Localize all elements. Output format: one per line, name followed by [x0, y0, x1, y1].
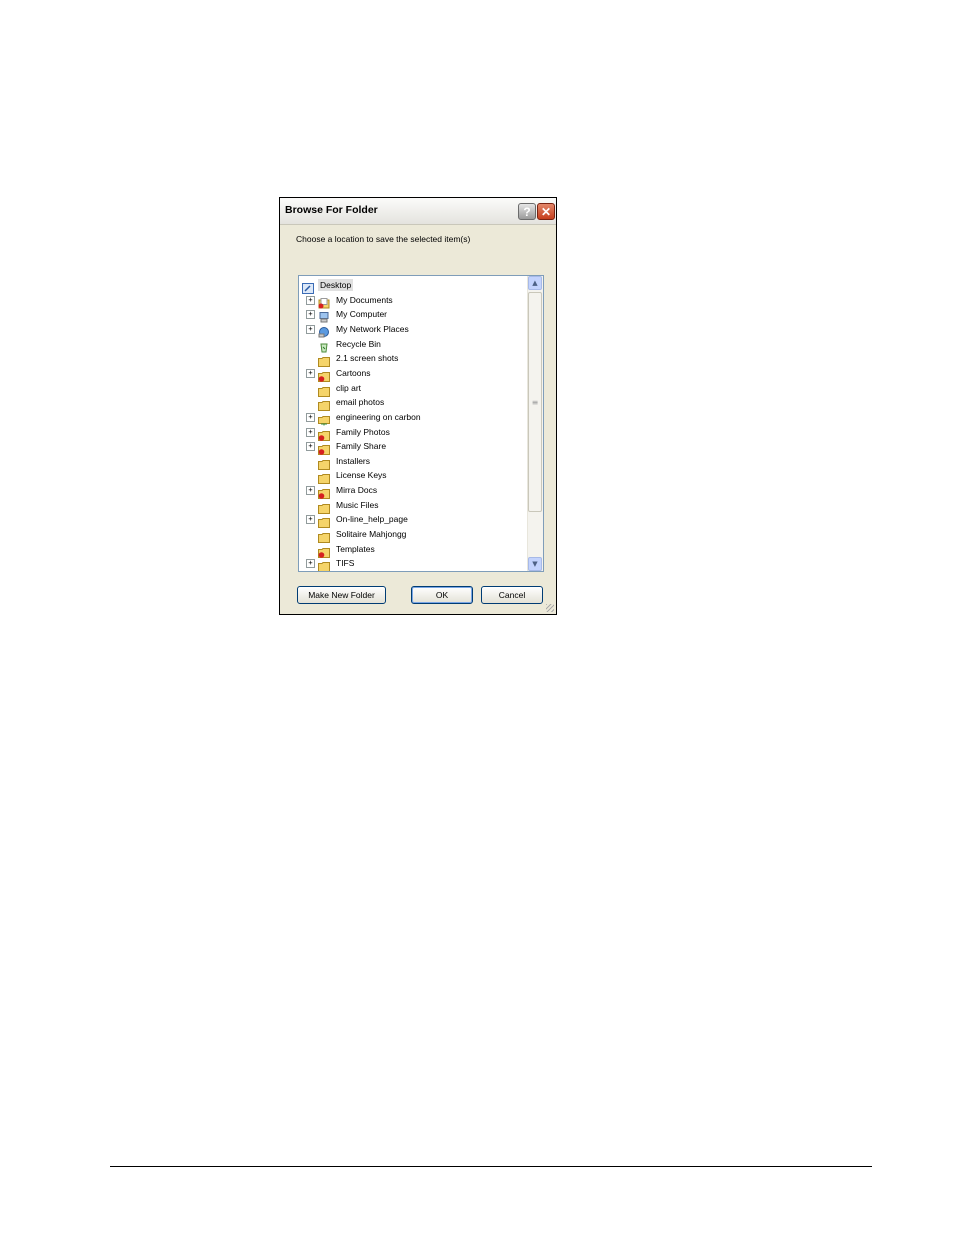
tree-item[interactable]: Desktop: [299, 278, 527, 294]
dialog-prompt: Choose a location to save the selected i…: [296, 234, 471, 244]
tree-item-label: My Network Places: [336, 323, 409, 334]
tree-item-label: My Documents: [336, 294, 393, 305]
tree-item[interactable]: Installers: [299, 454, 527, 470]
expand-icon[interactable]: +: [306, 324, 315, 334]
folder-icon: [318, 469, 330, 485]
folder-icon: [318, 513, 330, 529]
shared-folder-icon: [318, 367, 330, 382]
tree-item[interactable]: License Keys: [299, 468, 527, 485]
my-documents-icon: [318, 294, 330, 309]
shared-folder-icon: [318, 440, 330, 456]
tree-item-label: Solitaire Mahjongg: [336, 529, 407, 540]
tree-item-label: License Keys: [336, 470, 387, 481]
shared-folder-icon: [318, 426, 330, 441]
shared-folder-icon: [318, 543, 330, 558]
shared-folder-icon: [318, 484, 330, 500]
tree-item[interactable]: + Family Share: [299, 439, 527, 456]
tree-item[interactable]: + Family Photos: [299, 425, 527, 441]
tree-item-label: Templates: [336, 543, 375, 554]
tree-item[interactable]: Solitaire Mahjongg: [299, 527, 527, 544]
recycle-bin-icon: [318, 338, 330, 353]
title-bar[interactable]: Browse For Folder ? ✕: [280, 198, 556, 225]
expand-icon[interactable]: +: [306, 412, 315, 422]
network-places-icon: [318, 323, 330, 338]
tree-item[interactable]: + TIFS: [299, 556, 527, 571]
tree-item[interactable]: Music Files: [299, 498, 527, 514]
tree-item[interactable]: + My Computer: [299, 307, 527, 323]
close-button[interactable]: ✕: [537, 203, 555, 220]
folder-icon: [318, 396, 330, 412]
tree-item-label: TIFS: [336, 558, 355, 569]
network-folder-icon: [318, 411, 330, 426]
tree-item[interactable]: clip art: [299, 381, 527, 397]
folder-tree[interactable]: Desktop + My Documents + My Computer + My Netw…: [298, 275, 544, 572]
my-computer-icon: [318, 308, 330, 323]
expand-icon[interactable]: +: [306, 486, 315, 496]
folder-icon: [318, 382, 330, 397]
tree-item-label: clip art: [336, 382, 362, 393]
tree-item[interactable]: 2.1 screen shots: [299, 351, 527, 368]
tree-item[interactable]: + Cartoons: [299, 366, 527, 382]
make-new-folder-button[interactable]: Make New Folder: [297, 586, 386, 604]
dialog-title: Browse For Folder: [285, 204, 378, 216]
tree-item-label: Recycle Bin: [336, 338, 381, 349]
tree-item-label: 2.1 screen shots: [336, 353, 399, 364]
ok-button[interactable]: OK: [411, 586, 473, 604]
scroll-thumb[interactable]: ≡: [528, 292, 542, 512]
tree-item[interactable]: + Mirra Docs: [299, 483, 527, 500]
folder-icon: [318, 528, 330, 544]
expand-icon[interactable]: +: [306, 515, 315, 525]
expand-icon[interactable]: +: [306, 559, 315, 569]
tree-item-label: Cartoons: [336, 367, 371, 378]
expand-icon[interactable]: +: [306, 295, 315, 305]
scroll-down-button[interactable]: ▼: [528, 557, 542, 571]
tree-item-label: Desktop: [318, 279, 354, 291]
tree-item[interactable]: email photos: [299, 395, 527, 412]
tree-item-label: Music Files: [336, 499, 379, 510]
expand-icon[interactable]: +: [306, 442, 315, 452]
folder-icon: [318, 455, 330, 470]
tree-item-label: Family Share: [336, 441, 387, 452]
tree-item[interactable]: + engineering on carbon: [299, 410, 527, 426]
cancel-button[interactable]: Cancel: [481, 586, 543, 604]
tree-item[interactable]: + My Documents: [299, 293, 527, 309]
scroll-up-button[interactable]: ▲: [528, 276, 542, 290]
tree-item-label: On-line_help_page: [336, 514, 408, 525]
vertical-scrollbar[interactable]: ▲ ≡ ▼: [527, 276, 543, 571]
resize-grip[interactable]: [546, 604, 554, 612]
tree-item-label: My Computer: [336, 309, 388, 320]
expand-icon[interactable]: +: [306, 368, 315, 378]
help-button[interactable]: ?: [518, 203, 536, 220]
tree-item-label: Mirra Docs: [336, 485, 378, 496]
expand-icon[interactable]: +: [306, 310, 315, 320]
tree-item[interactable]: + On-line_help_page: [299, 512, 527, 529]
browse-for-folder-dialog: Browse For Folder ? ✕ Choose a location …: [279, 197, 557, 615]
page-footer-rule: [110, 1166, 872, 1167]
folder-icon: [318, 352, 330, 368]
tree-item[interactable]: Templates: [299, 542, 527, 558]
tree-item-label: email photos: [336, 397, 385, 408]
desktop-icon: [302, 279, 314, 294]
tree-item-label: Family Photos: [336, 426, 390, 437]
expand-icon[interactable]: +: [306, 427, 315, 437]
tree-item-label: Installers: [336, 455, 371, 466]
folder-icon: [318, 499, 330, 514]
tree-item[interactable]: + My Network Places: [299, 322, 527, 338]
folder-icon: [318, 557, 330, 571]
tree-item[interactable]: Recycle Bin: [299, 337, 527, 353]
tree-item-label: engineering on carbon: [336, 411, 421, 422]
